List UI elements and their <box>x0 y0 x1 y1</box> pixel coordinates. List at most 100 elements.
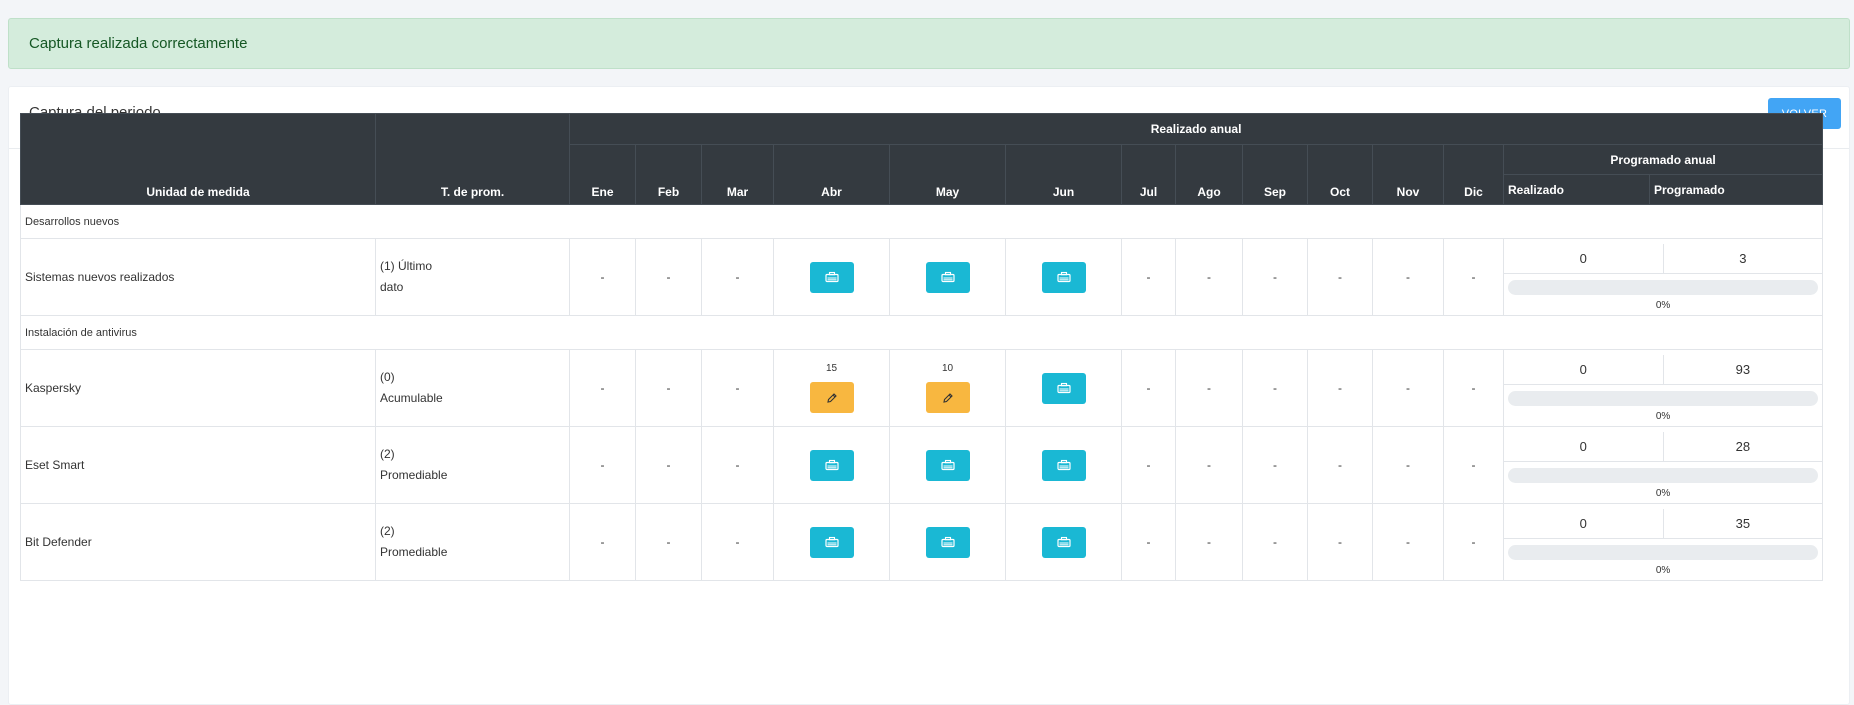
month-cell: - <box>569 426 636 504</box>
camera-icon-svg <box>824 459 839 471</box>
tprom-line: (2) <box>380 447 395 461</box>
capture-button[interactable] <box>925 449 970 481</box>
programado-value: 35 <box>1735 515 1751 531</box>
programado-cell: 0 3 0% <box>1502 238 1824 316</box>
capture-button[interactable] <box>809 526 854 558</box>
realizado-programado-values: 0 35 <box>1504 508 1823 539</box>
capture-button[interactable] <box>809 449 854 481</box>
tprom-cell: (0) Acumulable <box>375 349 570 427</box>
month-cell: - <box>1307 426 1373 504</box>
month-cell <box>1005 238 1122 316</box>
month-cell <box>889 503 1006 581</box>
programado-cell: 0 93 0% <box>1502 349 1824 427</box>
month-cell: - <box>1443 426 1504 504</box>
month-cell <box>1005 503 1122 581</box>
progress-label: 0% <box>1655 487 1671 499</box>
month-cell: - <box>1175 238 1243 316</box>
capture-button[interactable] <box>1041 261 1086 293</box>
col-tprom-header: T. de prom. <box>375 113 570 205</box>
camera-icon-svg <box>1056 459 1071 471</box>
programado-anual-header: Programado anual <box>1502 144 1824 175</box>
camera-icon-svg <box>940 536 955 548</box>
month-cell: - <box>701 349 774 427</box>
realizado-value: 0 <box>1504 431 1664 461</box>
progress-bar <box>1508 390 1819 406</box>
month-cell: - <box>701 426 774 504</box>
month-cell <box>889 238 1006 316</box>
realizado-value: 0 <box>1504 243 1664 273</box>
tprom-line: Promediable <box>380 545 448 559</box>
programado-value: 3 <box>1739 250 1747 266</box>
programado-value: 28 <box>1735 438 1751 454</box>
month-cell: - <box>635 238 702 316</box>
month-header: Feb <box>635 144 702 205</box>
tprom-line: (0) <box>380 370 395 384</box>
month-cell: - <box>1372 349 1444 427</box>
month-cell: - <box>1242 349 1308 427</box>
capture-button[interactable] <box>1041 372 1086 404</box>
month-cell: - <box>635 426 702 504</box>
programado-value: 93 <box>1735 361 1751 377</box>
section-title: Instalación de antivirus <box>19 315 1824 350</box>
pencil-icon-svg <box>826 392 837 403</box>
month-cell: - <box>1121 426 1176 504</box>
month-cell: - <box>1121 349 1176 427</box>
camera-icon-svg <box>1056 536 1071 548</box>
tprom-line: (2) <box>380 524 395 538</box>
table-row: Kaspersky (0) Acumulable - - -15 10- - - - - - 0 93… <box>20 349 1824 427</box>
month-cell: - <box>635 503 702 581</box>
progress-label: 0% <box>1655 564 1671 576</box>
month-cell <box>1005 426 1122 504</box>
month-header: Jul <box>1121 144 1176 205</box>
camera-icon-svg <box>824 271 839 283</box>
tprom-cell: (1) Último dato <box>375 238 570 316</box>
programado-cell: 0 28 0% <box>1502 426 1824 504</box>
capture-button[interactable] <box>1041 526 1086 558</box>
capture-button[interactable] <box>925 261 970 293</box>
realizado-programado-values: 0 28 <box>1504 431 1823 462</box>
month-value: 15 <box>825 363 838 374</box>
month-header: Ago <box>1175 144 1243 205</box>
month-cell: - <box>1372 426 1444 504</box>
month-cell: - <box>1175 426 1243 504</box>
col-unit-header: Unidad de medida <box>20 113 376 205</box>
camera-icon-svg <box>1056 271 1071 283</box>
month-cell: - <box>635 349 702 427</box>
capture-button[interactable] <box>1041 449 1086 481</box>
month-cell: - <box>1372 238 1444 316</box>
edit-button[interactable] <box>925 382 970 413</box>
tprom-cell: (2) Promediable <box>375 503 570 581</box>
table-header: Unidad de medida T. de prom. Realizado a… <box>20 113 1824 205</box>
month-cell <box>773 238 890 316</box>
month-header: Jun <box>1005 144 1122 205</box>
programado-cell: 0 35 0% <box>1502 503 1824 581</box>
month-header: Mar <box>701 144 774 205</box>
alert-message: Captura realizada correctamente <box>29 35 248 52</box>
month-cell: - <box>1121 503 1176 581</box>
month-cell: - <box>1443 238 1504 316</box>
month-cell: - <box>701 238 774 316</box>
unit-name: Sistemas nuevos realizados <box>20 238 376 316</box>
camera-icon-svg <box>940 271 955 283</box>
camera-icon-svg <box>1056 382 1071 394</box>
progress-bar <box>1508 279 1819 295</box>
tprom-line: Acumulable <box>380 391 443 405</box>
month-header: Ene <box>569 144 636 205</box>
month-header: Nov <box>1372 144 1444 205</box>
month-cell: 15 <box>773 349 890 427</box>
programado-header: Programado <box>1648 174 1824 205</box>
month-cell <box>773 426 890 504</box>
edit-button[interactable] <box>809 382 854 413</box>
capture-button[interactable] <box>925 526 970 558</box>
month-cell: - <box>1443 349 1504 427</box>
table-row: Bit Defender (2) Promediable - - - - - - - - - 0 35… <box>20 503 1824 581</box>
month-cell: - <box>569 349 636 427</box>
month-cell: - <box>1242 503 1308 581</box>
month-header: Oct <box>1307 144 1373 205</box>
month-value: 10 <box>941 363 954 374</box>
month-header: Abr <box>773 144 890 205</box>
table-row: Sistemas nuevos realizados (1) Último dato… <box>20 238 1824 316</box>
month-cell: - <box>1175 349 1243 427</box>
success-alert: Captura realizada correctamente <box>8 18 1850 69</box>
capture-button[interactable] <box>809 261 854 293</box>
